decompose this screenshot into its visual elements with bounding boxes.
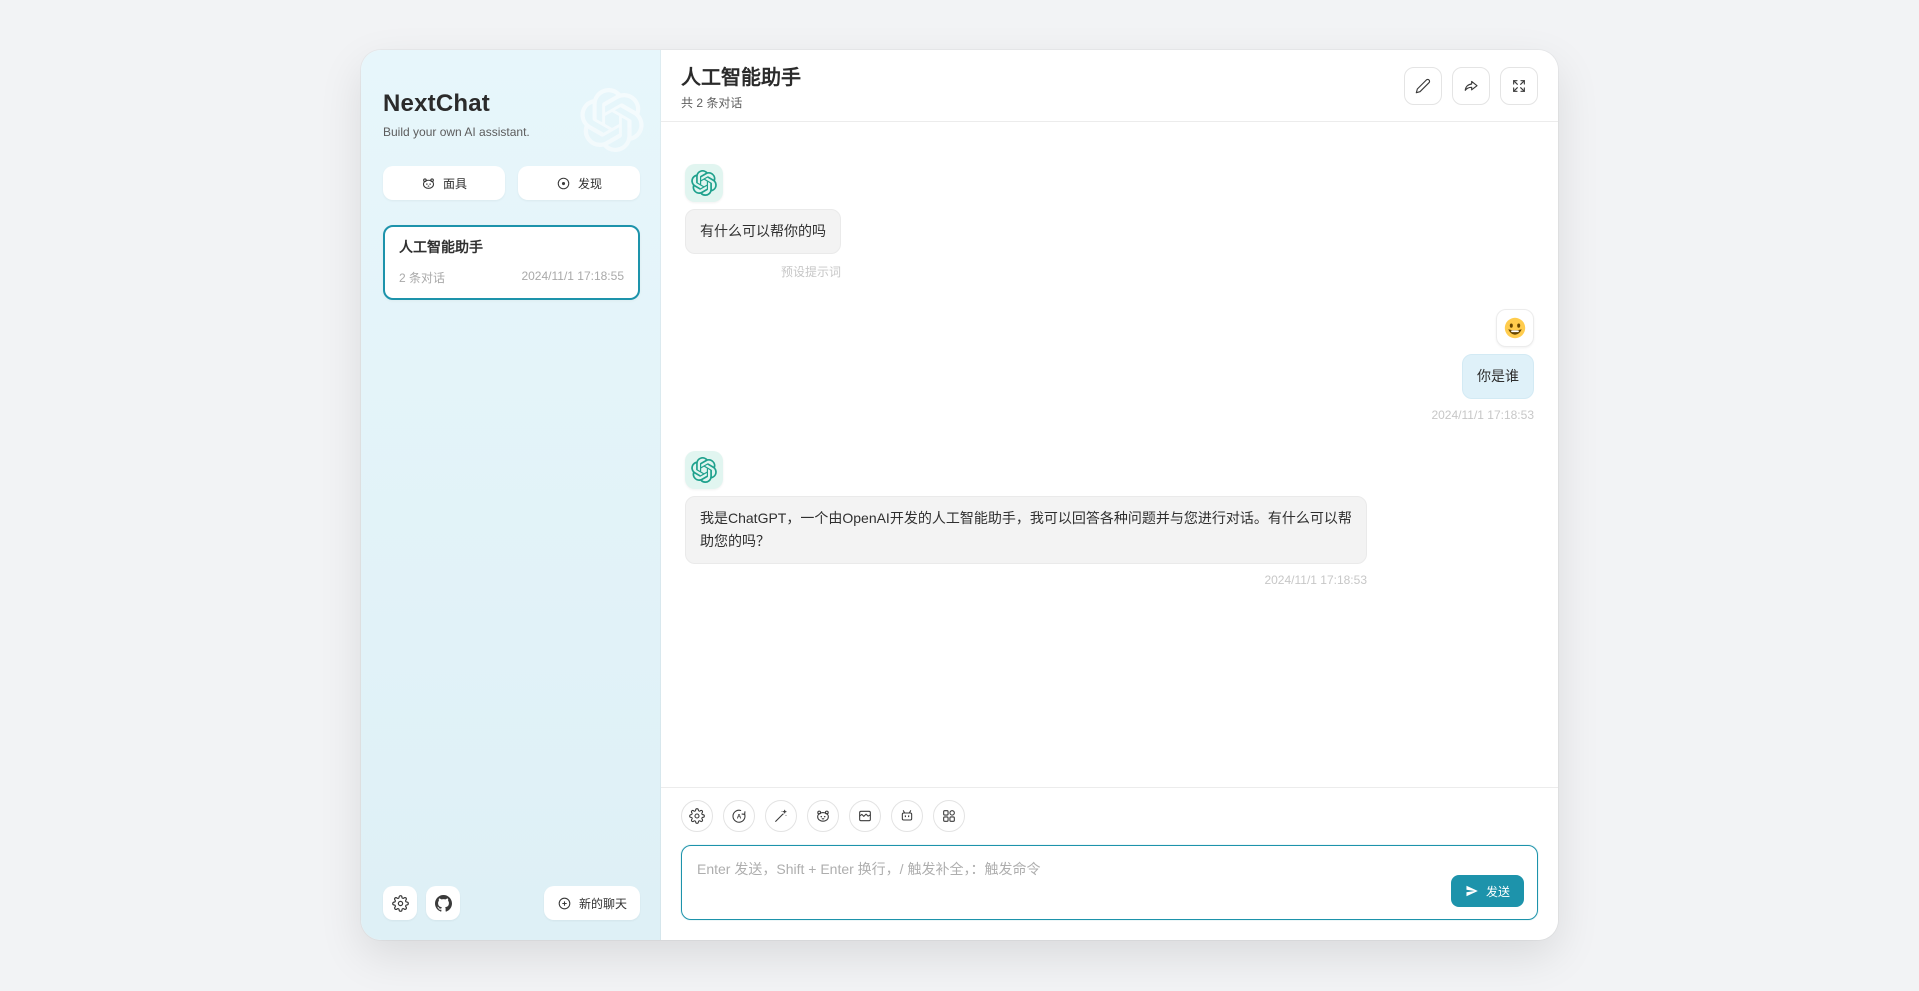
message-input[interactable] xyxy=(682,846,1537,919)
model-robot-icon xyxy=(899,808,915,824)
sidebar: NextChat Build your own AI assistant. 面具… xyxy=(361,50,661,940)
theme-toggle-button[interactable]: A xyxy=(723,800,755,832)
rename-button[interactable] xyxy=(1404,67,1442,105)
discover-button-label: 发现 xyxy=(578,175,602,192)
new-chat-label: 新的聊天 xyxy=(579,895,627,912)
export-icon xyxy=(1463,78,1479,94)
export-button[interactable] xyxy=(1452,67,1490,105)
grin-emoji-icon xyxy=(1503,316,1527,340)
prompt-wand-icon xyxy=(773,808,789,824)
theme-icon: A xyxy=(731,808,747,824)
chat-subtitle: 共 2 条对话 xyxy=(681,94,801,111)
mask-button[interactable] xyxy=(807,800,839,832)
discover-icon xyxy=(556,176,571,191)
mask-icon xyxy=(815,808,831,824)
svg-text:A: A xyxy=(737,813,742,820)
message-bubble: 你是谁 xyxy=(1462,354,1534,399)
app-window: NextChat Build your own AI assistant. 面具… xyxy=(361,50,1558,940)
message-user: 你是谁 2024/11/1 17:18:53 xyxy=(685,309,1534,422)
chat-item-meta: 2 条对话 2024/11/1 17:18:55 xyxy=(399,269,624,286)
mask-icon xyxy=(421,176,436,191)
masks-button-label: 面具 xyxy=(443,175,467,192)
message-timestamp: 2024/11/1 17:18:53 xyxy=(685,573,1367,587)
header-actions xyxy=(1404,67,1538,105)
assistant-avatar xyxy=(685,451,723,489)
new-chat-button[interactable]: 新的聊天 xyxy=(544,886,640,920)
fullscreen-button[interactable] xyxy=(1500,67,1538,105)
masks-button[interactable]: 面具 xyxy=(383,166,505,200)
chat-header: 人工智能助手 共 2 条对话 xyxy=(661,50,1558,122)
message-input-wrap: 发送 xyxy=(681,845,1538,920)
model-select-button[interactable] xyxy=(891,800,923,832)
settings-icon xyxy=(689,808,705,824)
message-timestamp: 2024/11/1 17:18:53 xyxy=(1431,408,1534,422)
chat-item-title: 人工智能助手 xyxy=(399,237,624,257)
send-button[interactable]: 发送 xyxy=(1451,875,1524,907)
send-plane-icon xyxy=(1465,884,1479,898)
chat-title: 人工智能助手 xyxy=(681,61,801,90)
prompt-button[interactable] xyxy=(765,800,797,832)
shortcut-grid-icon xyxy=(941,808,957,824)
github-icon xyxy=(435,895,452,912)
chat-item-time: 2024/11/1 17:18:55 xyxy=(521,269,624,286)
clear-context-button[interactable] xyxy=(849,800,881,832)
openai-logo-icon xyxy=(691,457,717,483)
message-assistant: 我是ChatGPT，一个由OpenAI开发的人工智能助手，我可以回答各种问题并与… xyxy=(685,451,1534,587)
fullscreen-icon xyxy=(1511,78,1527,94)
chat-item-count: 2 条对话 xyxy=(399,269,445,286)
openai-logo-icon xyxy=(691,170,717,196)
chat-input-panel: A xyxy=(661,787,1558,940)
send-button-label: 发送 xyxy=(1486,883,1510,900)
openai-watermark-icon xyxy=(580,88,644,152)
plus-circle-icon xyxy=(557,896,572,911)
settings-icon xyxy=(392,895,409,912)
chat-settings-button[interactable] xyxy=(681,800,713,832)
message-hint: 预设提示词 xyxy=(685,263,841,280)
rename-icon xyxy=(1415,78,1431,94)
chat-body: 有什么可以帮你的吗 预设提示词 你是谁 2024/11/1 17:18:53 xyxy=(661,122,1558,787)
chat-list-item-selected[interactable]: 人工智能助手 2 条对话 2024/11/1 17:18:55 xyxy=(383,225,640,300)
message-assistant: 有什么可以帮你的吗 预设提示词 xyxy=(685,164,1534,280)
discover-button[interactable]: 发现 xyxy=(518,166,640,200)
sidebar-footer: 新的聊天 xyxy=(383,886,640,920)
user-emoji-avatar xyxy=(1496,309,1534,347)
message-bubble: 我是ChatGPT，一个由OpenAI开发的人工智能助手，我可以回答各种问题并与… xyxy=(685,496,1367,564)
chat-pane: 人工智能助手 共 2 条对话 xyxy=(661,50,1558,940)
message-bubble: 有什么可以帮你的吗 xyxy=(685,209,841,254)
shortcut-button[interactable] xyxy=(933,800,965,832)
settings-button[interactable] xyxy=(383,886,417,920)
sidebar-actions: 面具 发现 xyxy=(383,166,640,200)
github-button[interactable] xyxy=(426,886,460,920)
assistant-avatar xyxy=(685,164,723,202)
chat-toolbar: A xyxy=(681,800,1538,832)
clear-context-icon xyxy=(857,808,873,824)
chat-list: 人工智能助手 2 条对话 2024/11/1 17:18:55 xyxy=(383,225,640,886)
